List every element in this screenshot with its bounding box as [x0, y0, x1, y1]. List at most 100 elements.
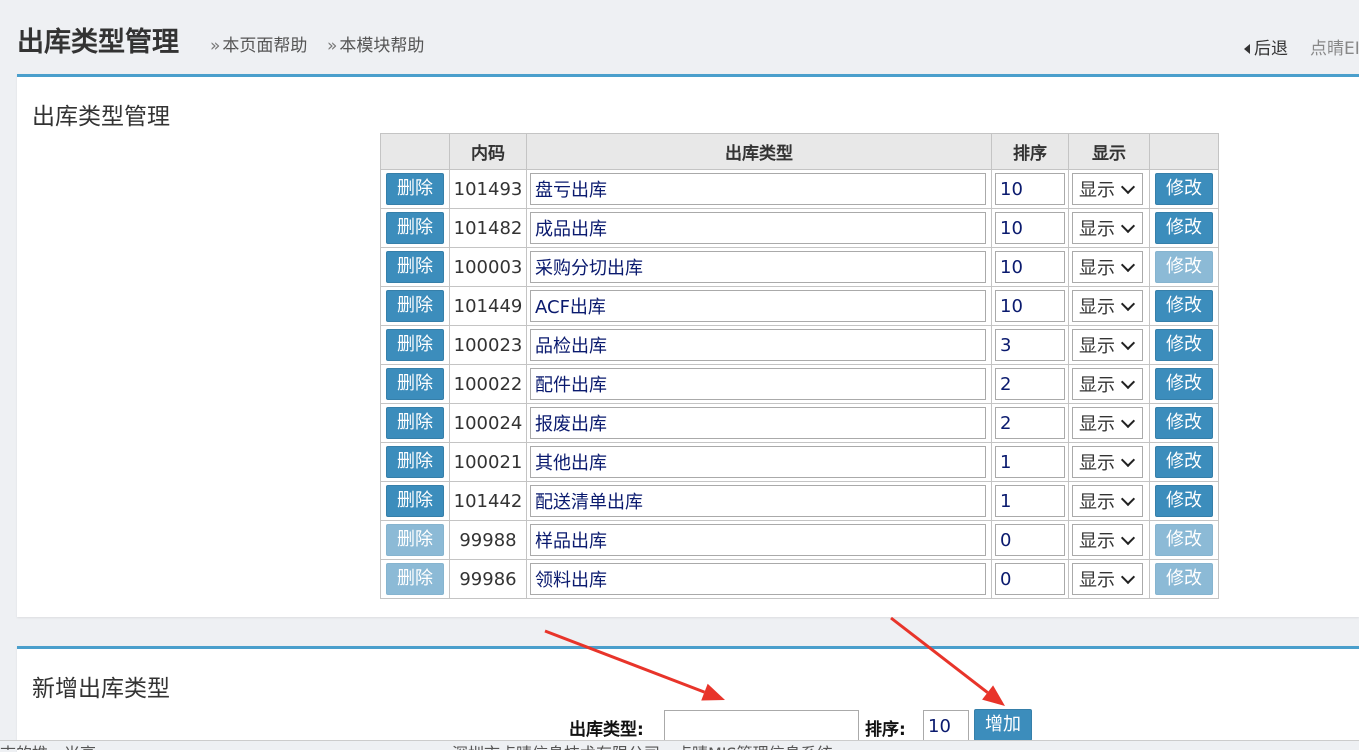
type-name-input[interactable] [530, 173, 986, 205]
sort-cell [991, 520, 1069, 560]
show-select[interactable]: 显示 [1072, 446, 1143, 478]
delete-button[interactable]: 删除 [386, 212, 444, 244]
type-name-input[interactable] [530, 251, 986, 283]
delete-cell: 删除 [380, 403, 450, 443]
show-cell: 显示 [1068, 481, 1150, 521]
sort-cell [991, 169, 1069, 209]
show-cell: 显示 [1068, 364, 1150, 404]
code-cell: 101482 [449, 208, 527, 248]
show-select[interactable]: 显示 [1072, 485, 1143, 517]
sort-input[interactable] [995, 446, 1065, 478]
delete-button[interactable]: 删除 [386, 563, 444, 595]
delete-button[interactable]: 删除 [386, 329, 444, 361]
show-select[interactable]: 显示 [1072, 563, 1143, 595]
modify-cell: 修改 [1149, 247, 1219, 287]
show-select[interactable]: 显示 [1072, 212, 1143, 244]
table-header-row: 内码 出库类型 排序 显示 [380, 133, 1219, 170]
modify-button[interactable]: 修改 [1155, 329, 1213, 361]
type-name-input[interactable] [530, 407, 986, 439]
chevron-down-icon [1120, 569, 1136, 584]
type-name-input[interactable] [530, 446, 986, 478]
modify-button[interactable]: 修改 [1155, 563, 1213, 595]
add-panel: 新增出库类型 出库类型: 排序: 增加 [17, 646, 1359, 752]
chevron-down-icon [1120, 335, 1136, 350]
type-name-input[interactable] [530, 524, 986, 556]
back-link[interactable]: 后退 [1244, 34, 1288, 59]
name-cell [526, 286, 992, 326]
type-name-input[interactable] [530, 563, 986, 595]
sort-cell [991, 247, 1069, 287]
modify-cell: 修改 [1149, 286, 1219, 326]
delete-button[interactable]: 删除 [386, 485, 444, 517]
show-cell: 显示 [1068, 286, 1150, 326]
modify-button[interactable]: 修改 [1155, 485, 1213, 517]
new-sort-input[interactable] [923, 710, 969, 742]
col-show-header: 显示 [1068, 133, 1150, 170]
modify-button[interactable]: 修改 [1155, 173, 1213, 205]
sort-input[interactable] [995, 368, 1065, 400]
modify-button[interactable]: 修改 [1155, 407, 1213, 439]
delete-button[interactable]: 删除 [386, 446, 444, 478]
modify-button[interactable]: 修改 [1155, 446, 1213, 478]
modify-button[interactable]: 修改 [1155, 251, 1213, 283]
delete-button[interactable]: 删除 [386, 173, 444, 205]
sort-input[interactable] [995, 563, 1065, 595]
new-type-name-input[interactable] [664, 710, 859, 742]
modify-button[interactable]: 修改 [1155, 368, 1213, 400]
show-select[interactable]: 显示 [1072, 368, 1143, 400]
name-cell [526, 520, 992, 560]
delete-cell: 删除 [380, 442, 450, 482]
module-help-label: 本模块帮助 [339, 36, 425, 56]
sort-input[interactable] [995, 329, 1065, 361]
modify-button[interactable]: 修改 [1155, 212, 1213, 244]
type-name-input[interactable] [530, 368, 986, 400]
show-select[interactable]: 显示 [1072, 173, 1143, 205]
show-select[interactable]: 显示 [1072, 329, 1143, 361]
modify-cell: 修改 [1149, 169, 1219, 209]
sort-input[interactable] [995, 251, 1065, 283]
module-help-link[interactable]: » 本模块帮助 [327, 31, 424, 56]
show-select[interactable]: 显示 [1072, 524, 1143, 556]
sort-cell [991, 559, 1069, 599]
modify-button[interactable]: 修改 [1155, 524, 1213, 556]
delete-button[interactable]: 删除 [386, 524, 444, 556]
chevron-down-icon [1120, 530, 1136, 545]
add-button[interactable]: 增加 [974, 709, 1032, 741]
show-select-value: 显示 [1079, 453, 1115, 474]
sort-cell [991, 208, 1069, 248]
sort-input[interactable] [995, 173, 1065, 205]
show-select[interactable]: 显示 [1072, 407, 1143, 439]
code-cell: 99986 [449, 559, 527, 599]
name-cell [526, 169, 992, 209]
type-name-input[interactable] [530, 212, 986, 244]
table-row: 删除100022 显示 修改 [380, 364, 1219, 404]
type-name-input[interactable] [530, 329, 986, 361]
new-name-label: 出库类型: [569, 720, 644, 740]
sort-input[interactable] [995, 485, 1065, 517]
sort-input[interactable] [995, 407, 1065, 439]
code-cell: 99988 [449, 520, 527, 560]
modify-button[interactable]: 修改 [1155, 290, 1213, 322]
modify-cell: 修改 [1149, 442, 1219, 482]
sort-input[interactable] [995, 524, 1065, 556]
table-row: 删除101442 显示 修改 [380, 481, 1219, 521]
show-select[interactable]: 显示 [1072, 290, 1143, 322]
show-select[interactable]: 显示 [1072, 251, 1143, 283]
page-help-link[interactable]: » 本页面帮助 [210, 31, 307, 56]
type-name-input[interactable] [530, 485, 986, 517]
delete-button[interactable]: 删除 [386, 290, 444, 322]
show-cell: 显示 [1068, 247, 1150, 287]
code-cell: 100024 [449, 403, 527, 443]
modify-cell: 修改 [1149, 364, 1219, 404]
type-name-input[interactable] [530, 290, 986, 322]
name-cell [526, 442, 992, 482]
show-cell: 显示 [1068, 442, 1150, 482]
delete-button[interactable]: 删除 [386, 251, 444, 283]
table-row: 删除99988 显示 修改 [380, 520, 1219, 560]
sort-input[interactable] [995, 290, 1065, 322]
caret-left-icon [1244, 44, 1250, 54]
delete-button[interactable]: 删除 [386, 368, 444, 400]
sort-input[interactable] [995, 212, 1065, 244]
delete-button[interactable]: 删除 [386, 407, 444, 439]
table-row: 删除99986 显示 修改 [380, 559, 1219, 599]
